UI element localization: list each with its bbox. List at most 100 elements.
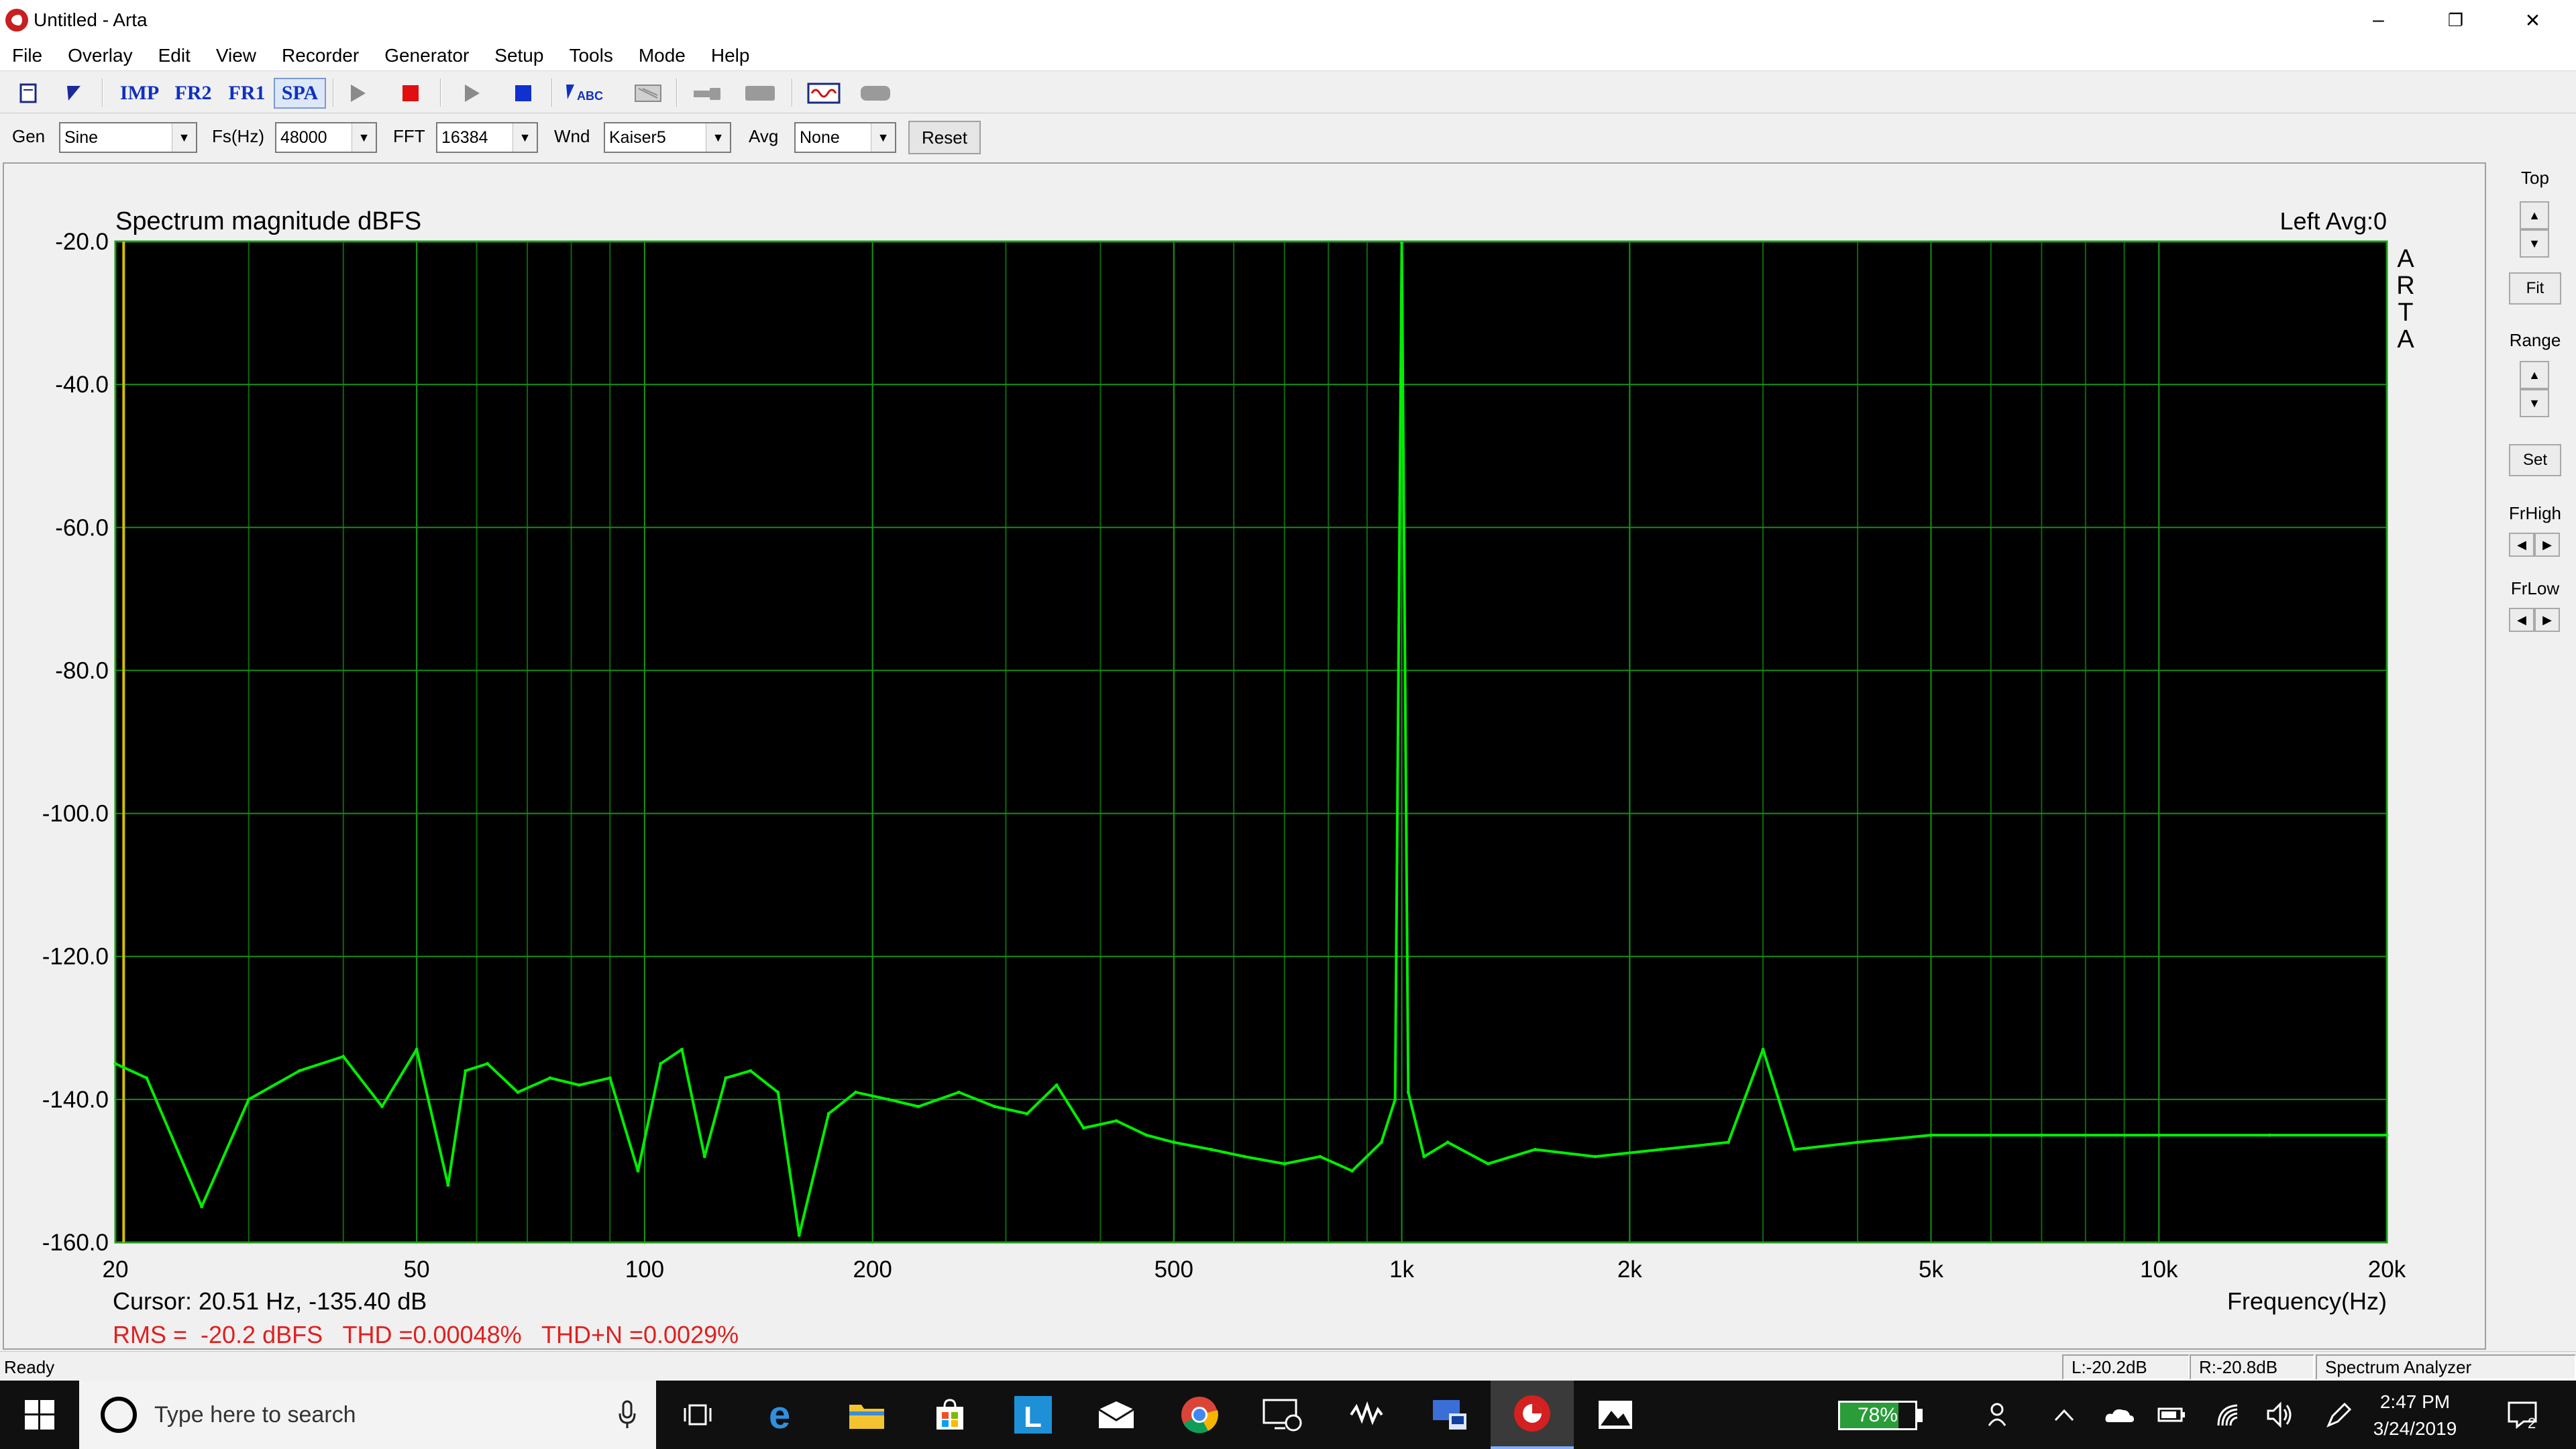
play-button[interactable] (453, 78, 488, 109)
fr1-mode-button[interactable]: FR1 (223, 78, 271, 109)
menu-mode[interactable]: Mode (627, 45, 699, 66)
wnd-select[interactable]: Kaiser5 ▼ (604, 122, 731, 153)
photos-icon (1599, 1401, 1632, 1429)
minimize-button[interactable]: – (2340, 0, 2417, 40)
l-app-taskbar-button[interactable]: L (991, 1381, 1075, 1449)
fft-select[interactable]: 16384 ▼ (436, 122, 538, 153)
spa-mode-button[interactable]: SPA (274, 78, 326, 109)
menu-edit[interactable]: Edit (146, 45, 204, 66)
spectrum-point (415, 1047, 419, 1051)
scope-button[interactable] (804, 78, 844, 109)
abc-button[interactable]: ABC (559, 78, 610, 109)
windows-taskbar: Type here to search e L 78% 2:47 PM 3/24… (0, 1381, 2576, 1449)
menu-tools[interactable]: Tools (557, 45, 626, 66)
store-taskbar-button[interactable] (908, 1381, 991, 1449)
menu-overlay[interactable]: Overlay (56, 45, 146, 66)
clock-time[interactable]: 2:47 PM (2361, 1391, 2469, 1413)
gen-select-value: Sine (64, 127, 99, 147)
pen-workspace-icon[interactable] (2322, 1401, 2356, 1429)
spectrum-point (957, 1090, 961, 1094)
triangle-down-icon: ▼ (2528, 396, 2540, 410)
calibrate-button[interactable] (631, 78, 665, 109)
fr2-mode-button[interactable]: FR2 (169, 78, 217, 109)
frhigh-right-button[interactable]: ▶ (2534, 533, 2560, 557)
spectrum-point (113, 1062, 117, 1066)
record-stop-button[interactable] (393, 78, 428, 109)
top-label: Top (2521, 168, 2549, 188)
restore-button[interactable]: ❐ (2417, 0, 2494, 40)
menu-file[interactable]: File (0, 45, 56, 66)
photos-taskbar-button[interactable] (1574, 1381, 1657, 1449)
mail-taskbar-button[interactable] (1075, 1381, 1158, 1449)
top-down-button[interactable]: ▼ (2520, 229, 2549, 258)
top-up-button[interactable]: ▲ (2520, 201, 2549, 229)
triangle-up-icon: ▲ (2528, 368, 2540, 382)
menu-view[interactable]: View (204, 45, 270, 66)
stop-red-icon (402, 85, 419, 101)
y-tick-label: -40.0 (55, 372, 109, 398)
reset-button[interactable]: Reset (908, 121, 981, 154)
spectrum-point (1726, 1140, 1730, 1144)
gen-select[interactable]: Sine ▼ (59, 122, 197, 153)
spectrum-point (2157, 1133, 2161, 1137)
stop-button[interactable] (506, 78, 541, 109)
spectrum-chart[interactable]: -20.0 -40.0 -60.0 -80.0 -100.0 -120.0 -140.0 -1… (4, 164, 2485, 1348)
play-icon (351, 85, 366, 102)
file-explorer-taskbar-button[interactable] (825, 1381, 908, 1449)
frhigh-left-button[interactable]: ◀ (2509, 533, 2534, 557)
l-app-icon: L (1014, 1396, 1052, 1434)
calibrate-icon (635, 85, 661, 102)
arta-taskbar-button[interactable] (1491, 1381, 1574, 1449)
action-center-button[interactable]: 2 (2504, 1401, 2544, 1430)
range-up-button[interactable]: ▲ (2520, 361, 2549, 389)
battery-indicator[interactable]: 78% (1838, 1401, 1917, 1430)
battery-tray-icon[interactable] (2155, 1401, 2188, 1429)
onedrive-cloud-icon[interactable] (2102, 1401, 2136, 1429)
network-admin-taskbar-button[interactable] (1407, 1381, 1491, 1449)
show-hidden-icons-icon[interactable] (2047, 1401, 2081, 1429)
menu-help[interactable]: Help (699, 45, 763, 66)
taskbar-search-box[interactable]: Type here to search (79, 1381, 656, 1449)
frlow-left-button[interactable]: ◀ (2509, 608, 2534, 632)
avg-select[interactable]: None ▼ (794, 122, 896, 153)
spectrum-point (578, 1083, 582, 1087)
chrome-taskbar-button[interactable] (1158, 1381, 1241, 1449)
imp-mode-button[interactable]: IMP (115, 78, 164, 109)
window-title: Untitled - Arta (34, 9, 148, 30)
menu-setup[interactable]: Setup (482, 45, 557, 66)
clock-date[interactable]: 3/24/2019 (2361, 1418, 2469, 1440)
status-text: Ready (4, 1357, 55, 1377)
set-button[interactable]: Set (2509, 444, 2561, 476)
close-button[interactable]: ✕ (2494, 0, 2571, 40)
microphone-icon[interactable] (617, 1400, 637, 1430)
sound-app-taskbar-button[interactable] (1324, 1381, 1407, 1449)
probe-button[interactable] (688, 78, 727, 109)
new-file-button[interactable] (13, 78, 44, 109)
open-file-button[interactable] (58, 78, 89, 109)
arta-icon (1514, 1395, 1550, 1432)
start-button[interactable] (0, 1381, 79, 1449)
chevron-down-icon: ▼ (172, 123, 196, 152)
remote-desktop-taskbar-button[interactable] (1241, 1381, 1324, 1449)
play-gen-button[interactable] (339, 78, 374, 109)
spectrum-point (826, 1112, 830, 1116)
volume-icon[interactable] (2263, 1401, 2297, 1429)
menu-generator[interactable]: Generator (372, 45, 482, 66)
edge-taskbar-button[interactable]: e (742, 1381, 825, 1449)
frlow-right-button[interactable]: ▶ (2534, 608, 2560, 632)
fft-label: FFT (393, 126, 425, 146)
device-button[interactable] (741, 78, 780, 109)
task-view-button[interactable] (656, 1381, 739, 1449)
y-tick-label: -60.0 (55, 515, 109, 541)
meter-button[interactable] (856, 78, 895, 109)
fs-select[interactable]: 48000 ▼ (275, 122, 377, 153)
x-tick-label: 500 (1155, 1256, 1193, 1283)
people-icon[interactable] (1983, 1401, 2017, 1429)
fit-button[interactable]: Fit (2509, 272, 2561, 305)
spectrum-point (1400, 241, 1404, 245)
menu-recorder[interactable]: Recorder (270, 45, 372, 66)
range-down-button[interactable]: ▼ (2520, 389, 2549, 417)
wifi-icon[interactable] (2211, 1401, 2245, 1429)
mail-icon (1098, 1401, 1134, 1428)
spectrum-point (1406, 1090, 1410, 1094)
